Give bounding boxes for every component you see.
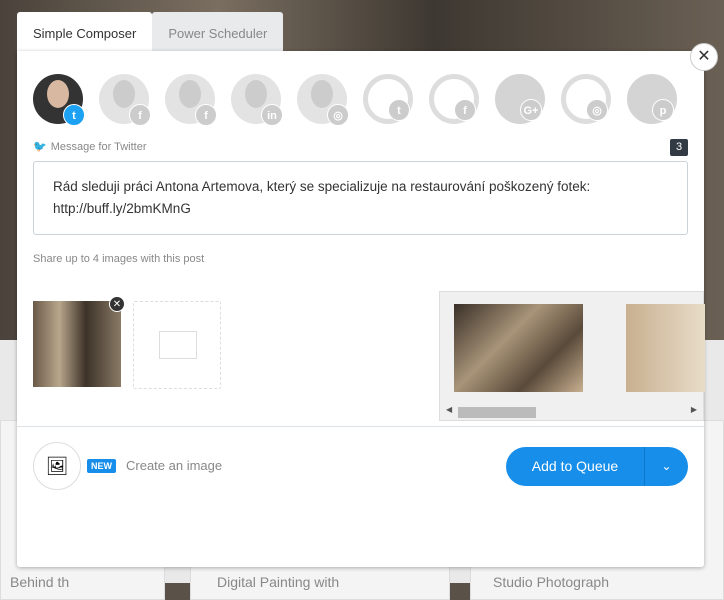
profile-avatar-pinterest[interactable]: p (627, 74, 677, 124)
pinterest-icon: p (652, 99, 674, 121)
profile-avatar-facebook[interactable]: f (99, 74, 151, 126)
google-plus-icon: G+ (520, 99, 542, 121)
avatar-photo (245, 80, 267, 108)
add-image-button[interactable] (133, 301, 221, 389)
instagram-icon: ◎ (586, 99, 608, 121)
profile-avatar-google-plus[interactable]: G+ (495, 74, 545, 124)
scroll-right-icon[interactable]: ▶ (691, 405, 697, 414)
twitter-icon: t (388, 99, 410, 121)
avatar-photo (47, 80, 69, 108)
horizontal-scrollbar[interactable]: ◀ ▶ (442, 404, 701, 418)
attached-image (33, 301, 121, 387)
instagram-icon: ◎ (327, 104, 349, 126)
close-icon: ✕ (697, 48, 711, 65)
add-to-queue-group: Add to Queue ⌄ (506, 447, 688, 486)
profile-avatar-linkedin[interactable]: in (231, 74, 283, 126)
message-input[interactable]: Rád sleduji práci Antona Artemova, který… (33, 161, 688, 235)
background-card-title: Digital Painting with (217, 574, 340, 590)
suggested-image[interactable] (454, 304, 583, 392)
create-image-link[interactable]: Create an image (126, 458, 222, 473)
avatar-photo (311, 80, 333, 108)
linkedin-icon: in (261, 104, 283, 126)
tab-power-scheduler[interactable]: Power Scheduler (152, 12, 284, 51)
chevron-down-icon: ⌄ (661, 459, 672, 473)
facebook-icon: f (129, 104, 151, 126)
scroll-left-icon[interactable]: ◀ (446, 405, 452, 414)
profile-avatar-twitter[interactable]: t (363, 74, 413, 124)
profile-avatar-instagram[interactable]: ◎ (561, 74, 611, 124)
facebook-icon: f (454, 99, 476, 121)
message-label-text: Message for Twitter (50, 141, 147, 153)
new-badge: NEW (87, 459, 116, 473)
profile-avatar-facebook[interactable]: f (165, 74, 217, 126)
divider (17, 426, 704, 427)
share-hint: Share up to 4 images with this post (33, 253, 205, 265)
profile-avatar-instagram[interactable]: ◎ (297, 74, 349, 126)
composer-modal: t f f in ◎ t f G+ ◎ p 🐦 Message for Twitter 3 Rád … (17, 51, 705, 567)
tab-simple-composer[interactable]: Simple Composer (17, 12, 153, 51)
queue-options-dropdown[interactable]: ⌄ (645, 447, 688, 486)
close-button[interactable]: ✕ (690, 43, 718, 71)
avatar-photo (179, 80, 201, 108)
avatar-photo (113, 80, 135, 108)
create-image-button[interactable]: 🖼 (33, 442, 81, 490)
twitter-icon: t (63, 104, 85, 126)
composer-tabs: Simple Composer Power Scheduler (17, 12, 284, 51)
profile-avatar-facebook[interactable]: f (429, 74, 479, 124)
image-placeholder-icon (159, 331, 197, 359)
suggested-images: ◀ ▶ (439, 291, 705, 421)
profile-selector: t f f in ◎ t f G+ ◎ p (33, 74, 677, 126)
background-card-title: Behind th (10, 574, 70, 590)
message-label: 🐦 Message for Twitter (33, 140, 146, 153)
suggested-image[interactable] (626, 304, 705, 392)
character-count: 3 (670, 139, 688, 156)
scrollbar-thumb[interactable] (458, 407, 536, 418)
background-card-title: Studio Photograph (493, 574, 609, 590)
twitter-icon: 🐦 (33, 141, 47, 153)
remove-image-button[interactable]: ✕ (109, 296, 125, 312)
add-to-queue-button[interactable]: Add to Queue (506, 447, 645, 486)
facebook-icon: f (195, 104, 217, 126)
profile-avatar-twitter[interactable]: t (33, 74, 85, 126)
image-add-icon: 🖼 (45, 456, 69, 476)
